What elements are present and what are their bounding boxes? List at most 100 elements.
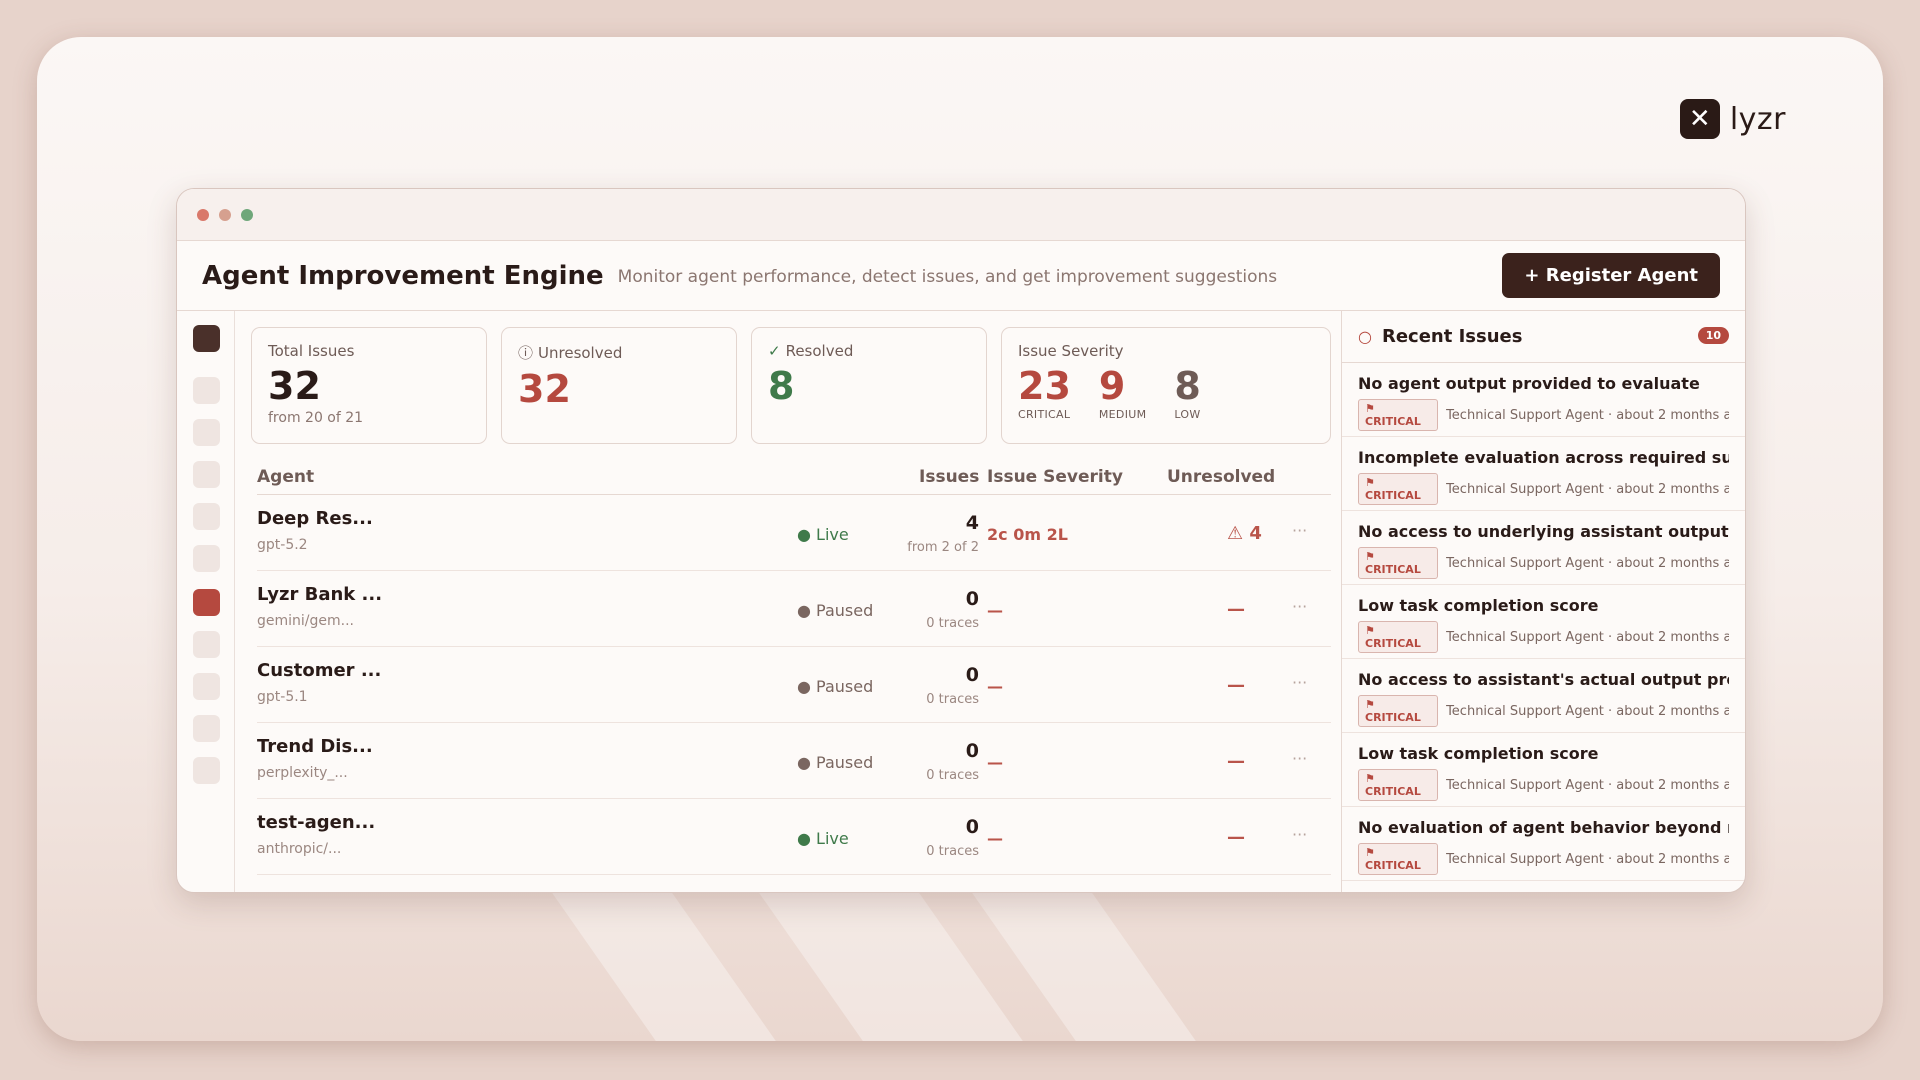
medium-count: 9 [1098, 364, 1126, 408]
resolved-value: 8 [768, 364, 795, 408]
severity-breakdown: — [987, 753, 1003, 772]
status-badge: ● Paused [797, 677, 873, 696]
sidebar-item-8[interactable] [193, 631, 220, 658]
agent-name[interactable]: Deep Res... [257, 508, 373, 529]
register-agent-button[interactable]: + Register Agent [1502, 253, 1720, 298]
table-header: Agent Issues Issue Severity Unresolved [257, 461, 1331, 495]
window-titlebar [177, 189, 1745, 241]
more-options-icon[interactable]: ··· [1292, 521, 1307, 540]
sidebar-item-10[interactable] [193, 715, 220, 742]
agent-model: gpt-5.1 [257, 689, 308, 705]
list-item[interactable]: No evaluation of agent behavior beyond r… [1342, 807, 1745, 881]
critical-count: 23 [1018, 364, 1071, 408]
agent-model: perplexity_... [257, 765, 348, 781]
table-row[interactable]: test-agen... anthropic/... ● Live 0 0 traces… [257, 799, 1331, 875]
issue-title[interactable]: No evaluation of agent behavior beyond r… [1358, 818, 1729, 837]
sidebar-item-9[interactable] [193, 673, 220, 700]
status-dot-icon: ● [797, 677, 817, 696]
status-badge: ● Paused [797, 753, 873, 772]
critical-badge: ⚑ CRITICAL [1358, 399, 1439, 431]
agent-model: gemini/gem... [257, 613, 354, 629]
list-item[interactable]: Low task completion score ⚑ CRITICAL Techn… [1342, 733, 1745, 807]
critical-label: CRITICAL [1018, 408, 1071, 421]
maximize-dot[interactable] [241, 208, 253, 221]
issue-meta: Technical Support Agent · about 2 months… [1446, 851, 1729, 867]
recent-issues-count: 10 [1697, 327, 1729, 344]
agent-name[interactable]: test-agen... [257, 812, 375, 833]
sidebar-item-3[interactable] [193, 419, 220, 446]
col-severity[interactable]: Issue Severity [987, 467, 1123, 487]
issue-meta: Technical Support Agent · about 2 months… [1446, 481, 1729, 497]
list-item[interactable]: No access to underlying assistant output… [1342, 511, 1745, 585]
issue-title[interactable]: No access to underlying assistant output… [1358, 522, 1729, 541]
critical-badge: ⚑ CRITICAL [1358, 769, 1439, 801]
unresolved-count: — [1227, 751, 1245, 772]
sidebar-item-home[interactable] [193, 325, 220, 352]
severity-breakdown: — [987, 677, 1003, 696]
table-row[interactable]: Lyzr Bank ... gemini/gem... ● Paused 0 0 tra… [257, 571, 1331, 647]
medium-label: MEDIUM [1098, 408, 1147, 421]
issue-title[interactable]: No access to assistant's actual output p… [1358, 670, 1729, 689]
issues-count: 0 [965, 588, 979, 610]
issue-title[interactable]: Low task completion score [1358, 596, 1729, 615]
issue-meta: Technical Support Agent · about 2 months… [1446, 407, 1729, 423]
agents-table: Agent Issues Issue Severity Unresolved D… [257, 461, 1331, 875]
more-options-icon[interactable]: ··· [1292, 749, 1307, 768]
table-row[interactable]: Deep Res... gpt-5.2 ● Live 4 from 2 of 2 2c 0… [257, 495, 1331, 571]
status-label: Paused [816, 753, 874, 772]
col-unresolved[interactable]: Unresolved [1167, 467, 1275, 487]
status-dot-icon: ● [797, 525, 817, 544]
issue-title[interactable]: Low task completion score [1358, 744, 1729, 763]
agent-name[interactable]: Lyzr Bank ... [257, 584, 382, 605]
issues-count: 0 [965, 740, 979, 762]
issue-meta: Technical Support Agent · about 2 months… [1446, 703, 1729, 719]
agent-name[interactable]: Customer ... [257, 660, 381, 681]
status-dot-icon: ● [797, 753, 817, 772]
critical-badge: ⚑ CRITICAL [1358, 843, 1439, 875]
unresolved-count: ⚠ 4 [1227, 523, 1262, 544]
sidebar-item-6[interactable] [193, 545, 220, 572]
more-options-icon[interactable]: ··· [1292, 673, 1307, 692]
main-content: Total Issues 32 from 20 of 21 ⓘ Unresolve… [235, 311, 1341, 892]
table-row[interactable]: Customer ... gpt-5.1 ● Paused 0 0 traces — — ··… [257, 647, 1331, 723]
traces-note: 0 traces [926, 616, 979, 631]
list-item[interactable]: No agent output provided to evaluate ⚑ CR… [1342, 363, 1745, 437]
list-item[interactable]: Low task completion score ⚑ CRITICAL Techn… [1342, 585, 1745, 659]
status-dot-icon: ● [797, 829, 817, 848]
recent-issues-title: Recent Issues [1381, 326, 1523, 347]
circle-icon: ○ [1358, 327, 1372, 346]
sidebar-item-4[interactable] [193, 461, 220, 488]
col-issues[interactable]: Issues [919, 467, 979, 487]
severity-breakdown: 2c 0m 2L [987, 525, 1068, 544]
resolved-card: ✓ Resolved 8 [751, 327, 987, 444]
status-label: Paused [816, 677, 874, 696]
close-dot[interactable] [197, 208, 209, 221]
info-circle-icon: ⓘ [518, 344, 534, 362]
traces-note: 0 traces [926, 844, 979, 859]
severity-medium: 9 MEDIUM [1099, 364, 1147, 421]
issue-title[interactable]: Incomplete evaluation across required su… [1358, 448, 1729, 467]
agent-name[interactable]: Trend Dis... [257, 736, 373, 757]
traces-note: from 2 of 2 [907, 540, 979, 555]
sidebar-item-active[interactable] [193, 589, 220, 616]
sidebar-item-5[interactable] [193, 503, 220, 530]
list-item[interactable]: Incomplete evaluation across required su… [1342, 437, 1745, 511]
list-item[interactable]: No access to assistant's actual output p… [1342, 659, 1745, 733]
lyzr-logo-icon: ✕ [1679, 99, 1720, 139]
severity-low: 8 LOW [1174, 364, 1200, 421]
sidebar-item-2[interactable] [193, 377, 220, 404]
minimize-dot[interactable] [219, 208, 231, 221]
severity-breakdown: — [987, 601, 1003, 620]
total-issues-card: Total Issues 32 from 20 of 21 [251, 327, 487, 444]
critical-badge: ⚑ CRITICAL [1358, 621, 1439, 653]
more-options-icon[interactable]: ··· [1292, 825, 1307, 844]
sidebar-item-11[interactable] [193, 757, 220, 784]
table-row[interactable]: Trend Dis... perplexity_... ● Paused 0 0 tra… [257, 723, 1331, 799]
col-agent[interactable]: Agent [257, 467, 314, 487]
issue-meta: Technical Support Agent · about 2 months… [1446, 555, 1729, 571]
status-badge: ● Live [797, 829, 849, 848]
app-window: Agent Improvement Engine Monitor agent p… [176, 188, 1746, 893]
issue-title[interactable]: No agent output provided to evaluate [1358, 374, 1729, 393]
more-options-icon[interactable]: ··· [1292, 597, 1307, 616]
total-issues-label: Total Issues [268, 342, 355, 360]
